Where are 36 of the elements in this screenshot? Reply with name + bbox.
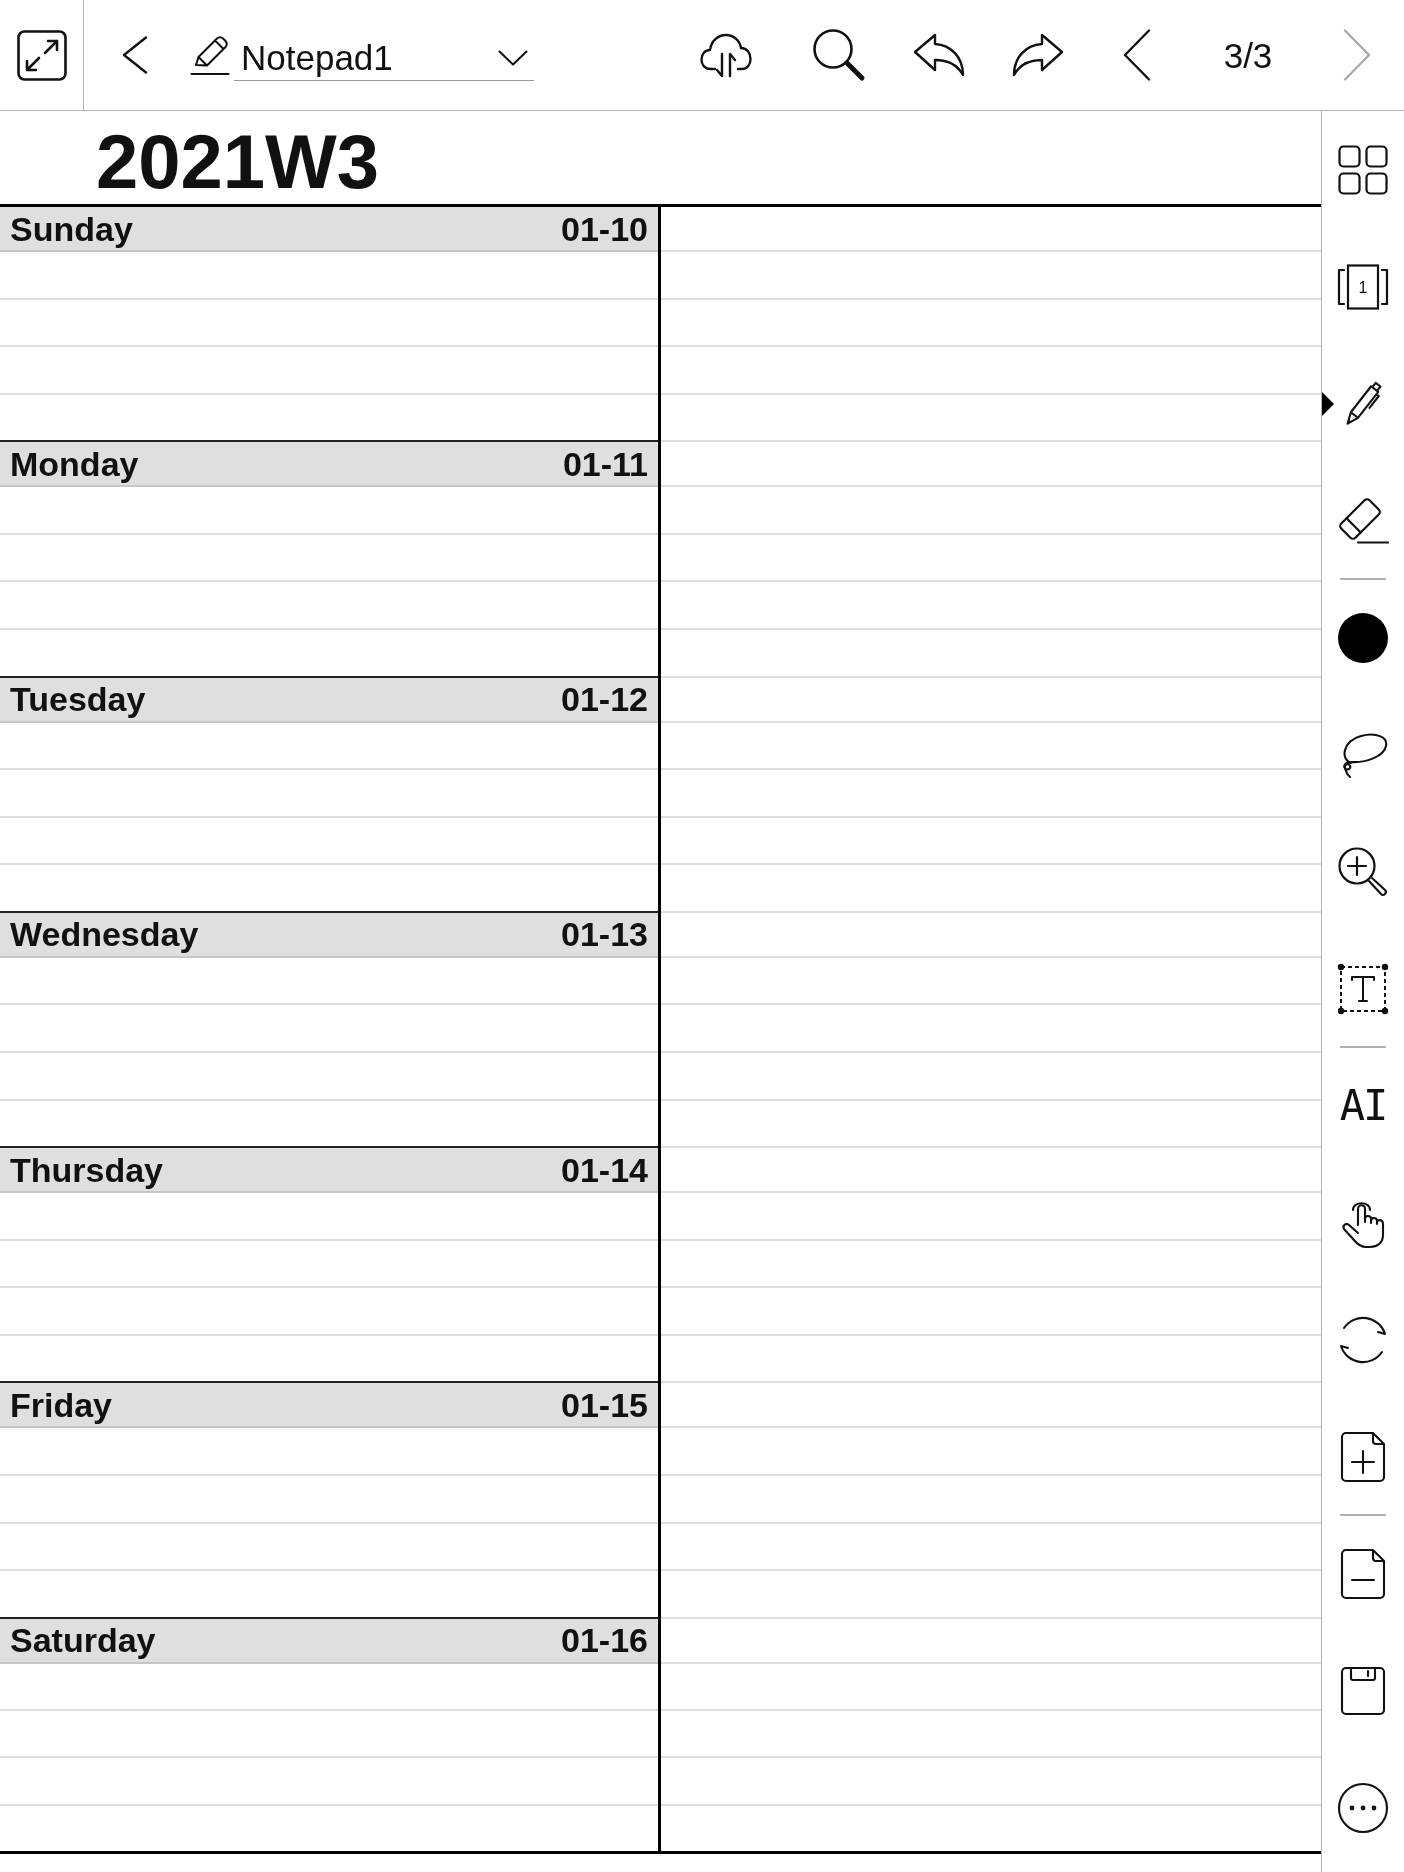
day-date: 01-11 — [562, 446, 648, 481]
selection-pointer-icon — [1322, 391, 1334, 416]
expand-icon[interactable] — [17, 29, 67, 81]
chevron-left-icon[interactable] — [1123, 29, 1151, 81]
week-title: 2021W3 — [96, 124, 380, 200]
more-icon — [1337, 1781, 1389, 1834]
page-view-button[interactable]: 1 — [1322, 263, 1404, 310]
eraser-icon — [1337, 496, 1389, 545]
day-name: Wednesday — [10, 917, 199, 952]
day-name: Thursday — [10, 1152, 164, 1187]
redo-icon[interactable] — [1012, 33, 1064, 77]
undo-icon[interactable] — [913, 33, 965, 77]
day-date: 01-13 — [561, 917, 648, 952]
page-minus-icon — [1340, 1547, 1386, 1600]
notebook-title-dropdown[interactable]: Notepad1 — [234, 29, 534, 81]
day-name: Monday — [10, 446, 139, 481]
page-plus-icon — [1340, 1430, 1386, 1483]
day-name: Friday — [10, 1387, 113, 1422]
day-date: 01-12 — [561, 682, 648, 717]
day-date: 01-15 — [561, 1387, 648, 1422]
text-box-icon — [1337, 962, 1389, 1015]
search-icon[interactable] — [812, 28, 866, 82]
day-date: 01-16 — [561, 1623, 648, 1658]
day-date: 01-10 — [561, 211, 648, 246]
day-date: 01-14 — [561, 1152, 648, 1187]
grid-icon — [1338, 144, 1388, 195]
day-name: Saturday — [10, 1623, 156, 1658]
caret-down-icon — [498, 49, 528, 66]
cloud-sync-icon[interactable] — [700, 32, 752, 78]
zoom-in-icon — [1337, 845, 1389, 898]
day-name: Tuesday — [10, 682, 146, 717]
page-counter: 3/3 — [1222, 37, 1274, 73]
chevron-left-icon[interactable] — [122, 36, 148, 74]
pencil-icon[interactable] — [190, 34, 230, 76]
ai-button[interactable]: AI — [1322, 1084, 1404, 1127]
day-name: Sunday — [10, 211, 133, 246]
